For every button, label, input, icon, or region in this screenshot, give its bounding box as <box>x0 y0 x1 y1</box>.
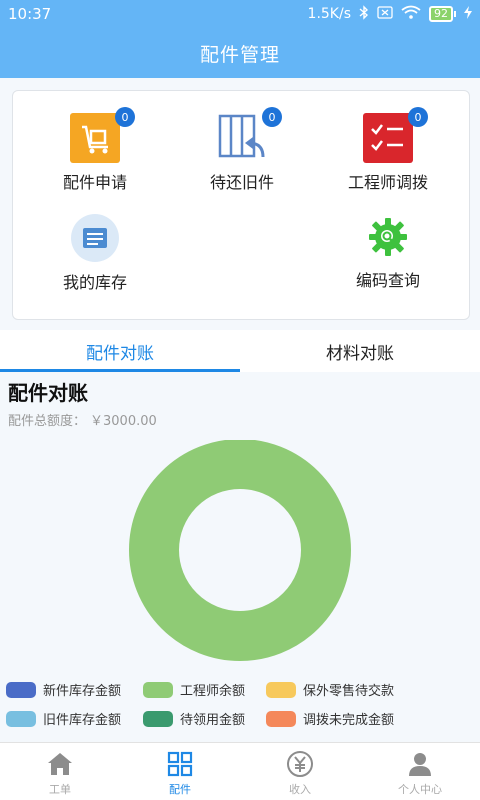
legend-swatch <box>6 710 36 727</box>
legend-swatch <box>143 710 173 727</box>
nav-label: 配件 <box>169 783 191 796</box>
function-grid: 0 配件申请 0 待还旧件 0 工程师调拨 我的库存 编码查询 <box>12 90 470 320</box>
grid-item-my-inventory[interactable]: 我的库存 <box>20 191 170 292</box>
legend-item[interactable]: 调拨未完成金额 <box>266 709 436 728</box>
yuan-icon <box>285 749 315 779</box>
bluetooth-icon <box>359 4 369 24</box>
nav-item-profile[interactable]: 个人中心 <box>360 743 480 800</box>
legend-item[interactable]: 保外零售待交款 <box>266 680 436 699</box>
legend-label: 新件库存金额 <box>43 684 122 699</box>
grid-item-parts-request[interactable]: 0 配件申请 <box>20 91 170 192</box>
status-time: 10:37 <box>8 5 52 23</box>
status-bar: 10:37 1.5K/s 92 <box>0 0 480 28</box>
grid-item-label: 待还旧件 <box>209 173 274 192</box>
nav-label: 收入 <box>289 783 311 796</box>
app-header: 10:37 1.5K/s 92 配件管理 <box>0 0 480 78</box>
legend-swatch <box>266 710 296 727</box>
legend-item[interactable]: 旧件库存金额 <box>6 709 143 728</box>
page-title: 配件管理 <box>199 43 280 66</box>
home-icon <box>45 749 75 779</box>
bottom-nav: 工单 配件 收入 个人中心 <box>0 742 480 800</box>
legend-swatch <box>6 681 36 698</box>
checklist-icon: 0 <box>362 107 428 163</box>
battery-level: 92 <box>429 6 453 22</box>
return-parts-icon: 0 <box>216 107 282 163</box>
grid-item-pending-return[interactable]: 0 待还旧件 <box>167 91 317 192</box>
nav-label: 个人中心 <box>398 783 442 796</box>
donut-slice[interactable] <box>129 440 351 661</box>
badge-count: 0 <box>408 107 428 127</box>
legend-label: 保外零售待交款 <box>303 684 395 699</box>
grid-item-label: 我的库存 <box>62 273 127 292</box>
total-quota: 配件总额度： ￥3000.00 <box>8 410 161 429</box>
grid-icon <box>165 749 195 779</box>
charging-icon <box>464 5 472 23</box>
wifi-icon <box>401 5 421 23</box>
legend-label: 工程师余额 <box>180 684 246 699</box>
nav-item-income[interactable]: 收入 <box>240 743 360 800</box>
legend-item[interactable]: 待领用金额 <box>143 709 266 728</box>
grid-item-engineer-transfer[interactable]: 0 工程师调拨 <box>313 91 463 192</box>
legend-label: 旧件库存金额 <box>43 713 122 728</box>
nav-label: 工单 <box>49 783 71 796</box>
sim-icon <box>377 5 393 23</box>
badge-count: 0 <box>262 107 282 127</box>
grid-item-label: 工程师调拨 <box>347 173 428 192</box>
user-icon <box>405 749 435 779</box>
nav-item-work-order[interactable]: 工单 <box>0 743 120 800</box>
parts-donut-chart <box>129 440 351 661</box>
section-title: 配件对账 <box>8 381 88 405</box>
legend-label: 待领用金额 <box>180 713 246 728</box>
legend-item[interactable]: 工程师余额 <box>143 680 266 699</box>
status-right: 1.5K/s 92 <box>307 4 472 24</box>
reconcile-tabs: 配件对账 材料对账 <box>0 330 480 372</box>
grid-item-code-query[interactable]: 编码查询 <box>313 191 463 291</box>
inventory-icon <box>69 213 121 263</box>
code-query-gear-icon <box>362 213 414 261</box>
chart-legend: 新件库存金额 工程师余额 保外零售待交款 旧件库存金额 待领用金额 调拨未完成金… <box>6 680 476 728</box>
tab-parts-reconcile[interactable]: 配件对账 <box>0 330 240 372</box>
legend-label: 调拨未完成金额 <box>303 713 395 728</box>
total-quota-label: 配件总额度： <box>8 414 87 429</box>
network-speed: 1.5K/s <box>307 6 351 22</box>
badge-count: 0 <box>115 107 135 127</box>
grid-item-label: 配件申请 <box>62 173 127 192</box>
total-quota-value: ￥3000.00 <box>90 414 157 429</box>
tab-material-reconcile[interactable]: 材料对账 <box>240 330 480 372</box>
legend-swatch <box>143 681 173 698</box>
nav-item-parts[interactable]: 配件 <box>120 743 240 800</box>
grid-item-label: 编码查询 <box>355 271 420 290</box>
legend-swatch <box>266 681 296 698</box>
battery-indicator: 92 <box>429 6 456 22</box>
legend-item[interactable]: 新件库存金额 <box>6 680 143 699</box>
cart-icon: 0 <box>69 107 135 163</box>
